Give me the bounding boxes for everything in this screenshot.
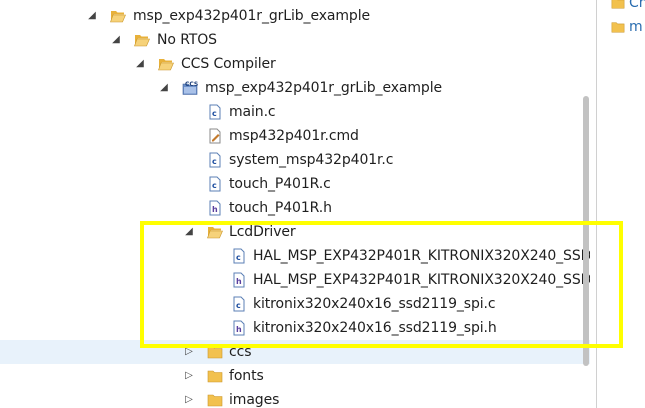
svg-text:c: c — [236, 253, 241, 262]
tree-item-label: kitronix320x240x16_ssd2119_spi.c — [253, 296, 496, 312]
c-source-file-icon: c — [233, 248, 245, 264]
ccs-project-icon: CCS — [182, 81, 198, 95]
svg-text:h: h — [236, 277, 242, 286]
c-header-file-icon: h — [233, 320, 245, 336]
c-header-file-icon: h — [209, 200, 221, 216]
right-panel-item-label: m — [629, 19, 643, 35]
svg-text:h: h — [236, 325, 242, 334]
expanded-arrow-icon[interactable]: ◢ — [110, 28, 122, 52]
tree-item-hal-c[interactable]: c HAL_MSP_EXP432P401R_KITRONIX320X240_SS… — [0, 244, 590, 268]
tree-item-ccs-project[interactable]: ◢ CCS msp_exp432p401r_grLib_example — [0, 76, 590, 100]
tree-item-system-c[interactable]: c system_msp432p401r.c — [0, 148, 590, 172]
tree-item-label: msp_exp432p401r_grLib_example — [205, 80, 443, 96]
project-explorer-tree: ◢ msp_exp432p401r_grLib_example ◢ No RTO… — [0, 0, 590, 408]
tree-item-label: images — [229, 392, 280, 408]
expanded-arrow-icon[interactable]: ◢ — [183, 220, 195, 244]
expanded-arrow-icon[interactable]: ◢ — [134, 52, 146, 76]
tree-item-label: main.c — [229, 104, 276, 120]
expanded-arrow-icon[interactable]: ◢ — [86, 4, 98, 28]
tree-item-main-c[interactable]: c main.c — [0, 100, 590, 124]
tree-item-kitronix-h[interactable]: h kitronix320x240x16_ssd2119_spi.h — [0, 316, 590, 340]
tree-item-label: msp432p401r.cmd — [229, 128, 359, 144]
tree-item-label: ccs — [229, 344, 252, 360]
closed-folder-icon — [207, 346, 223, 359]
open-folder-icon — [158, 59, 174, 71]
tree-item-lcddriver-folder[interactable]: ◢ LcdDriver — [0, 220, 590, 244]
expanded-arrow-icon[interactable]: ◢ — [158, 76, 170, 100]
collapsed-arrow-icon[interactable]: ▷ — [183, 340, 195, 364]
tree-item-hal-h[interactable]: h HAL_MSP_EXP432P401R_KITRONIX320X240_SS… — [0, 268, 590, 292]
tree-item-ccs-compiler[interactable]: ◢ CCS Compiler — [0, 52, 590, 76]
open-folder-icon — [134, 35, 150, 47]
tree-item-label: msp_exp432p401r_grLib_example — [133, 8, 371, 24]
closed-folder-icon — [207, 370, 223, 383]
tree-item-ccs-folder[interactable]: ▷ ccs — [0, 340, 590, 364]
open-folder-icon — [207, 227, 223, 239]
right-panel-item-label: Ch — [629, 0, 645, 11]
svg-text:c: c — [212, 181, 217, 190]
tree-item-kitronix-c[interactable]: c kitronix320x240x16_ssd2119_spi.c — [0, 292, 590, 316]
open-folder-icon — [110, 11, 126, 23]
c-source-file-icon: c — [209, 176, 221, 192]
tree-item-touch-h[interactable]: h touch_P401R.h — [0, 196, 590, 220]
linker-command-file-icon — [209, 128, 221, 144]
tree-item-fonts-folder[interactable]: ▷ fonts — [0, 364, 590, 388]
c-source-file-icon: c — [209, 152, 221, 168]
svg-text:CCS: CCS — [185, 81, 198, 88]
tree-item-touch-c[interactable]: c touch_P401R.c — [0, 172, 590, 196]
c-source-file-icon: c — [233, 296, 245, 312]
tree-item-label: touch_P401R.c — [229, 176, 331, 192]
tree-item-label: system_msp432p401r.c — [229, 152, 394, 168]
c-source-file-icon: c — [209, 104, 221, 120]
c-header-file-icon: h — [233, 272, 245, 288]
tree-item-label: touch_P401R.h — [229, 200, 332, 216]
tree-item-linker-cmd[interactable]: msp432p401r.cmd — [0, 124, 590, 148]
tree-item-images-folder[interactable]: ▷ images — [0, 388, 590, 408]
closed-folder-icon — [611, 0, 625, 9]
tree-item-label: HAL_MSP_EXP432P401R_KITRONIX320X240_SSD2… — [253, 248, 590, 264]
svg-text:c: c — [212, 157, 217, 166]
svg-text:h: h — [212, 205, 218, 214]
collapsed-arrow-icon[interactable]: ▷ — [183, 388, 195, 408]
vertical-scrollbar-thumb[interactable] — [583, 96, 589, 366]
svg-text:c: c — [212, 109, 217, 118]
closed-folder-icon — [611, 22, 625, 33]
tree-item-label: kitronix320x240x16_ssd2119_spi.h — [253, 320, 497, 336]
tree-item-label: HAL_MSP_EXP432P401R_KITRONIX320X240_SSD2… — [253, 272, 590, 288]
tree-item-label: LcdDriver — [229, 224, 296, 240]
svg-text:c: c — [236, 301, 241, 310]
right-side-panel: Ch m — [597, 0, 645, 408]
tree-item-no-rtos[interactable]: ◢ No RTOS — [0, 28, 590, 52]
tree-item-label: CCS Compiler — [181, 56, 276, 72]
tree-item-label: fonts — [229, 368, 264, 384]
collapsed-arrow-icon[interactable]: ▷ — [183, 364, 195, 388]
tree-item-grlib-example-root[interactable]: ◢ msp_exp432p401r_grLib_example — [0, 4, 590, 28]
tree-item-label: No RTOS — [157, 32, 217, 48]
closed-folder-icon — [207, 394, 223, 407]
